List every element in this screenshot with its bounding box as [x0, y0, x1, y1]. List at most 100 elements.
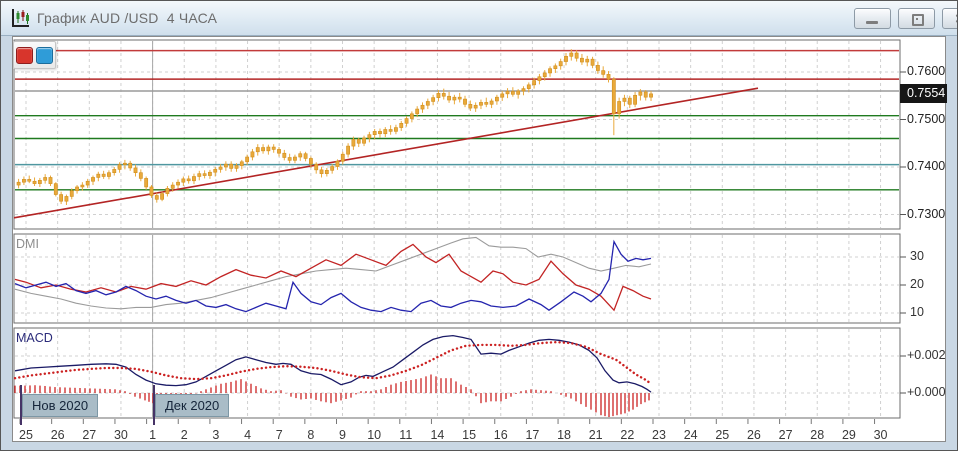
macd-panel-label: MACD: [16, 331, 53, 345]
candle-body: [558, 61, 563, 67]
candle-body: [43, 177, 48, 181]
x-axis-label: 29: [841, 428, 856, 442]
candle-body: [638, 91, 643, 96]
candle-body: [404, 118, 409, 124]
x-axis-label: 2: [180, 428, 188, 442]
x-axis-label: 17: [525, 428, 540, 442]
candle-body: [213, 169, 218, 173]
candle-body: [245, 156, 250, 163]
candle-body: [590, 58, 595, 66]
candle-body: [643, 91, 648, 98]
candle-body: [553, 65, 558, 69]
candle-body: [463, 98, 467, 105]
dmi-axis-label: 10: [910, 305, 924, 319]
candle-body: [69, 190, 74, 197]
candle-body: [564, 56, 568, 62]
x-axis-label: 30: [873, 428, 888, 442]
x-axis-label: 8: [307, 428, 315, 442]
candle-body: [457, 96, 462, 100]
x-axis-label: 28: [810, 428, 825, 442]
dmi-axis-label: 20: [910, 277, 924, 291]
dmi-panel[interactable]: [13, 233, 901, 324]
candle-body: [239, 161, 244, 166]
dmi-panel-label: DMI: [16, 237, 39, 251]
candle-body: [617, 101, 622, 115]
x-axis-label: 24: [683, 428, 698, 442]
x-axis-label: 21: [588, 428, 603, 442]
candle-body: [128, 162, 133, 169]
candle-body: [489, 100, 494, 105]
candle-body: [580, 57, 584, 63]
candle-body: [266, 146, 271, 152]
candle-body: [495, 96, 499, 102]
candle-body: [223, 163, 228, 168]
candle-body: [409, 113, 414, 119]
candle-body: [601, 70, 606, 75]
candle-body: [59, 194, 64, 202]
month-box: Дек 2020: [155, 394, 230, 417]
candle-body: [378, 131, 382, 135]
x-axis-label: 18: [557, 428, 571, 442]
candle-body: [383, 129, 388, 135]
x-axis-label: 27: [778, 428, 793, 442]
candle-body: [303, 153, 308, 159]
candle-body: [420, 104, 425, 110]
candle-body: [627, 97, 632, 105]
candle-body: [324, 170, 329, 174]
price-axis-label: 0.7600: [907, 64, 946, 78]
price-panel[interactable]: [13, 39, 901, 230]
macd-panel[interactable]: [13, 327, 901, 419]
candle-body: [649, 93, 653, 98]
candle-body: [606, 74, 611, 80]
candle-body: [229, 163, 234, 169]
candle-body: [298, 153, 303, 158]
candle-body: [431, 97, 436, 102]
candle-body: [425, 101, 430, 106]
blue-series-button[interactable]: [36, 46, 53, 64]
candle-body: [218, 166, 223, 170]
candle-body: [340, 153, 345, 162]
candle-body: [261, 147, 265, 152]
x-axis-label: 30: [113, 428, 128, 442]
x-axis-label: 26: [746, 428, 761, 442]
candle-body: [542, 72, 547, 78]
x-axis-label: 22: [620, 428, 635, 442]
red-series-button[interactable]: [16, 46, 33, 64]
candle-body: [585, 58, 590, 63]
series-legend-toolbar: [13, 41, 56, 69]
candle-body: [160, 193, 164, 200]
x-axis-label: 23: [652, 428, 666, 442]
candle-body: [186, 178, 191, 182]
candle-body: [277, 149, 281, 154]
x-axis-label: 25: [715, 428, 730, 442]
candle-body: [208, 171, 212, 176]
candle-body: [452, 96, 457, 101]
x-axis-label: 7: [275, 428, 283, 442]
candle-body: [388, 129, 393, 132]
candle-body: [319, 169, 324, 174]
candle-body: [473, 104, 478, 109]
candle-body: [181, 178, 186, 183]
candle-body: [367, 134, 372, 139]
candle-body: [548, 68, 552, 74]
candle-body: [22, 179, 26, 183]
candle-body: [526, 84, 531, 89]
candle-body: [308, 158, 313, 165]
candle-body: [569, 52, 574, 57]
x-axis-label: 10: [367, 428, 382, 442]
x-axis-label: 14: [430, 428, 445, 442]
candle-body: [234, 165, 239, 169]
candle-body: [537, 76, 542, 81]
x-axis-label: 11: [399, 428, 413, 442]
price-axis-label: 0.7500: [907, 111, 946, 126]
x-axis-label: 27: [82, 428, 97, 442]
candle-body: [192, 176, 196, 182]
candle-body: [197, 173, 202, 177]
candle-body: [468, 104, 473, 109]
candle-body: [633, 94, 637, 105]
candle-body: [505, 91, 510, 95]
chart-svg: [13, 39, 906, 424]
macd-axis-label: +0.000: [907, 385, 946, 399]
candle-body: [107, 172, 111, 177]
candle-body: [53, 183, 58, 195]
